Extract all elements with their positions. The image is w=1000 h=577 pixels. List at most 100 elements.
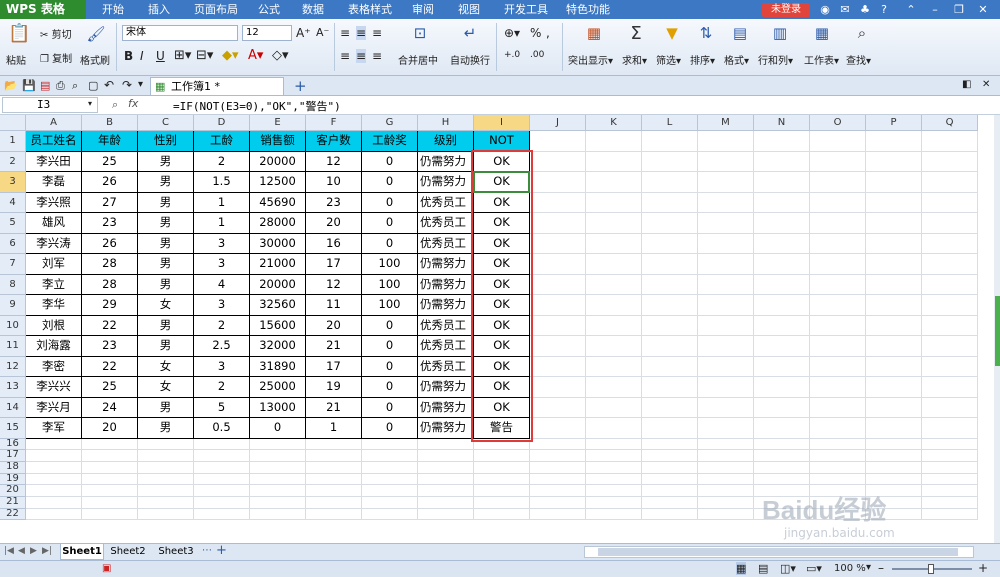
empty-cell[interactable] [530, 485, 586, 497]
empty-cell[interactable] [754, 497, 810, 509]
name-box-dropdown-icon[interactable]: ▾ [88, 99, 92, 108]
spreadsheet-grid[interactable]: A B C D E F G H I J K L M N O P Q 1 2 3 4 5 6 7 8 9 10 11 12 13 14 15 16… [0, 115, 994, 543]
undo-icon[interactable]: ↶ [104, 78, 114, 92]
page-layout-icon[interactable]: ▤ [758, 562, 768, 575]
table-cell[interactable]: 女 [138, 356, 194, 377]
empty-cell[interactable] [642, 508, 698, 521]
table-cell[interactable]: 仍需努力 [418, 151, 474, 172]
empty-cell[interactable] [82, 485, 138, 497]
empty-cell[interactable] [810, 274, 866, 295]
empty-cell[interactable] [82, 438, 138, 451]
table-cell[interactable]: 1 [194, 192, 250, 213]
empty-cell[interactable] [586, 254, 642, 275]
table-header-cell[interactable]: 工龄奖 [362, 131, 418, 152]
row-header[interactable]: 10 [0, 315, 26, 336]
empty-cell[interactable] [922, 461, 978, 474]
empty-cell[interactable] [530, 461, 586, 474]
table-cell[interactable]: 1 [194, 213, 250, 234]
empty-cell[interactable] [866, 151, 922, 172]
empty-cell[interactable] [922, 151, 978, 172]
empty-cell[interactable] [922, 438, 978, 451]
empty-cell[interactable] [474, 485, 530, 497]
empty-cell[interactable] [586, 397, 642, 418]
align-right-icon[interactable]: ≡ [372, 49, 382, 63]
empty-cell[interactable] [26, 485, 82, 497]
empty-cell[interactable] [82, 461, 138, 474]
empty-cell[interactable] [698, 473, 754, 486]
paste-icon[interactable]: 📋 [8, 23, 30, 44]
table-cell[interactable]: 30000 [250, 233, 306, 254]
table-cell[interactable]: 男 [138, 315, 194, 336]
empty-cell[interactable] [474, 461, 530, 474]
empty-cell[interactable] [866, 497, 922, 509]
empty-cell[interactable] [530, 213, 586, 234]
row-header[interactable]: 5 [0, 213, 26, 234]
table-cell[interactable]: 45690 [250, 192, 306, 213]
table-cell[interactable]: 0 [362, 336, 418, 357]
table-cell[interactable]: 仍需努力 [418, 397, 474, 418]
column-header[interactable]: H [418, 115, 474, 131]
empty-cell[interactable] [698, 377, 754, 398]
empty-cell[interactable] [754, 254, 810, 275]
table-cell[interactable]: 刘根 [26, 315, 82, 336]
table-cell[interactable]: 17 [306, 254, 362, 275]
empty-cell[interactable] [586, 233, 642, 254]
empty-cell[interactable] [754, 192, 810, 213]
empty-cell[interactable] [306, 461, 362, 474]
empty-cell[interactable] [418, 497, 474, 509]
table-cell[interactable]: 李兴月 [26, 397, 82, 418]
table-cell[interactable]: 李兴田 [26, 151, 82, 172]
table-cell[interactable]: 28 [82, 274, 138, 295]
empty-cell[interactable] [922, 336, 978, 357]
table-cell[interactable]: 22 [82, 356, 138, 377]
empty-cell[interactable] [586, 172, 642, 193]
clear-format-icon[interactable]: ◇▾ [272, 48, 289, 63]
table-cell[interactable]: 11 [306, 295, 362, 316]
worksheet-button[interactable]: 工作表▾ [804, 52, 839, 67]
empty-cell[interactable] [698, 356, 754, 377]
empty-cell[interactable] [250, 461, 306, 474]
zoom-formula-icon[interactable]: ⌕ [112, 98, 118, 112]
row-header[interactable]: 15 [0, 418, 26, 439]
empty-cell[interactable] [922, 192, 978, 213]
row-header[interactable]: 21 [0, 496, 26, 509]
table-cell[interactable]: 29 [82, 295, 138, 316]
save-icon[interactable]: 💾 [22, 79, 36, 92]
empty-cell[interactable] [754, 508, 810, 521]
font-grow-icon[interactable]: A⁺ [296, 26, 311, 40]
menu-tab[interactable]: 表格样式 [348, 0, 392, 19]
empty-cell[interactable] [698, 497, 754, 509]
table-cell[interactable]: OK [474, 397, 530, 418]
empty-cell[interactable] [642, 497, 698, 509]
close-icon[interactable]: ✕ [976, 2, 990, 17]
empty-cell[interactable] [138, 450, 194, 462]
empty-cell[interactable] [922, 497, 978, 509]
empty-cell[interactable] [362, 438, 418, 451]
print-preview-icon[interactable]: ⌕ [72, 79, 78, 93]
row-header[interactable]: 11 [0, 336, 26, 357]
empty-cell[interactable] [586, 473, 642, 486]
column-header[interactable]: K [586, 115, 642, 131]
empty-cell[interactable] [530, 438, 586, 451]
empty-cell[interactable] [810, 418, 866, 439]
row-header[interactable]: 7 [0, 254, 26, 275]
empty-cell[interactable] [754, 151, 810, 172]
table-cell[interactable]: 31890 [250, 356, 306, 377]
table-cell[interactable]: 12 [306, 274, 362, 295]
table-cell[interactable]: 0 [362, 397, 418, 418]
empty-cell[interactable] [306, 485, 362, 497]
empty-cell[interactable] [642, 418, 698, 439]
table-cell[interactable]: OK [474, 315, 530, 336]
empty-cell[interactable] [922, 295, 978, 316]
empty-cell[interactable] [138, 485, 194, 497]
empty-cell[interactable] [698, 418, 754, 439]
empty-cell[interactable] [642, 315, 698, 336]
empty-cell[interactable] [82, 473, 138, 486]
shirt-icon[interactable]: ♣ [858, 2, 872, 17]
empty-cell[interactable] [418, 450, 474, 462]
empty-cell[interactable] [586, 450, 642, 462]
message-icon[interactable]: ✉ [838, 2, 852, 17]
empty-cell[interactable] [474, 450, 530, 462]
row-header[interactable]: 6 [0, 233, 26, 254]
table-cell[interactable]: 男 [138, 336, 194, 357]
